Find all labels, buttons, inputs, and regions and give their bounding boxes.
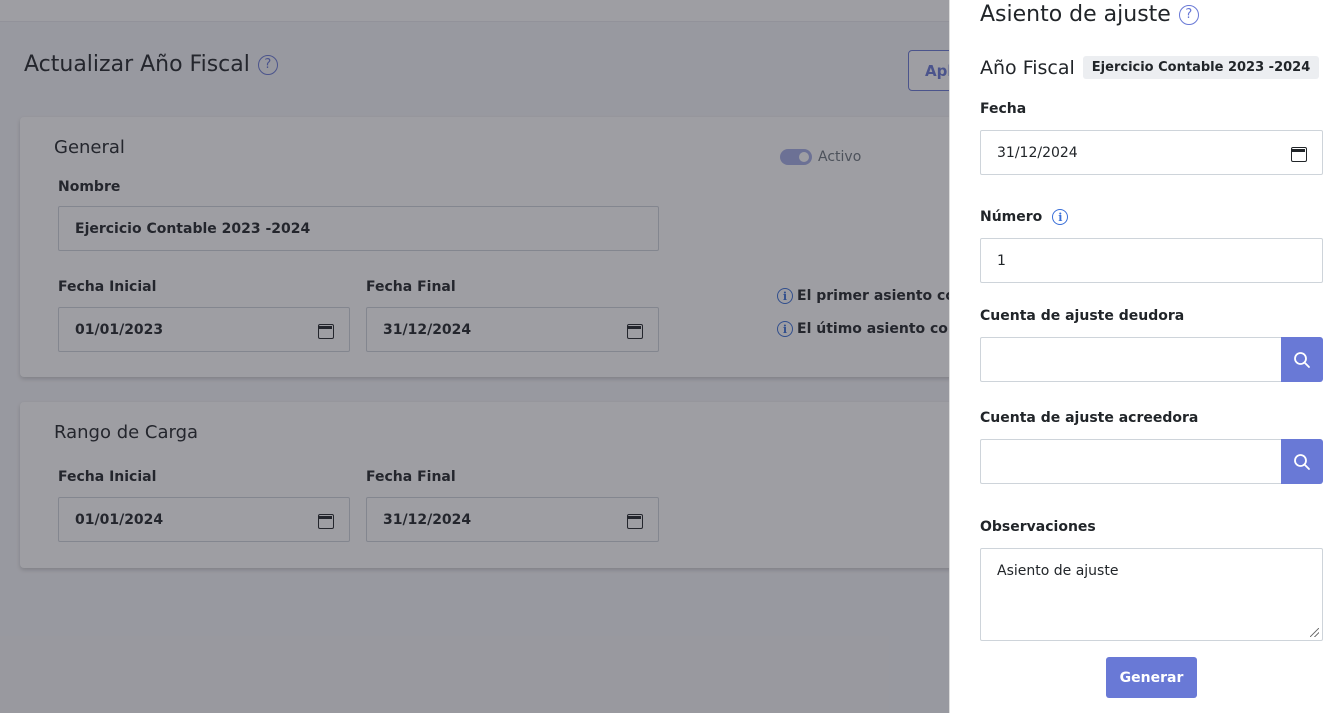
resize-handle[interactable] [1310, 628, 1319, 637]
deudora-label: Cuenta de ajuste deudora [980, 308, 1184, 324]
acreedora-label-text: Cuenta de ajuste acreedora [980, 410, 1199, 426]
panel-title: Asiento de ajuste ? [980, 2, 1199, 27]
observaciones-value: Asiento de ajuste [997, 563, 1119, 579]
observaciones-label: Observaciones [980, 519, 1096, 535]
panel-title-text: Asiento de ajuste [980, 2, 1171, 27]
numero-label: Número i [980, 209, 1069, 225]
deudora-input[interactable] [980, 337, 1281, 382]
fiscal-year-label: Año Fiscal [980, 56, 1075, 79]
observaciones-textarea[interactable]: Asiento de ajuste [980, 548, 1323, 641]
generar-button[interactable]: Generar [1106, 657, 1197, 698]
acreedora-search-button[interactable] [1281, 439, 1323, 484]
calendar-icon[interactable] [1290, 145, 1307, 162]
deudora-lookup [980, 337, 1323, 382]
search-icon [1294, 453, 1310, 470]
fecha-label: Fecha [980, 101, 1026, 117]
deudora-search-button[interactable] [1281, 337, 1323, 382]
numero-label-text: Número [980, 209, 1043, 225]
fecha-value: 31/12/2024 [997, 144, 1078, 161]
modal-backdrop[interactable] [0, 0, 949, 713]
acreedora-lookup [980, 439, 1323, 484]
asiento-ajuste-panel: Asiento de ajuste ? Año Fiscal Ejercicio… [949, 0, 1327, 713]
acreedora-input[interactable] [980, 439, 1281, 484]
fecha-input[interactable]: 31/12/2024 [980, 130, 1323, 175]
acreedora-label: Cuenta de ajuste acreedora [980, 410, 1198, 426]
observaciones-label-text: Observaciones [980, 519, 1096, 535]
deudora-label-text: Cuenta de ajuste deudora [980, 308, 1185, 324]
numero-value: 1 [997, 252, 1006, 269]
fecha-label-text: Fecha [980, 101, 1027, 117]
fiscal-year-row: Año Fiscal Ejercicio Contable 2023 -2024 [980, 56, 1320, 79]
question-circle-icon[interactable]: ? [1178, 4, 1199, 25]
search-icon [1294, 351, 1310, 368]
numero-input[interactable]: 1 [980, 238, 1323, 283]
info-circle-icon[interactable]: i [1052, 209, 1069, 225]
fiscal-year-badge: Ejercicio Contable 2023 -2024 [1082, 56, 1320, 79]
